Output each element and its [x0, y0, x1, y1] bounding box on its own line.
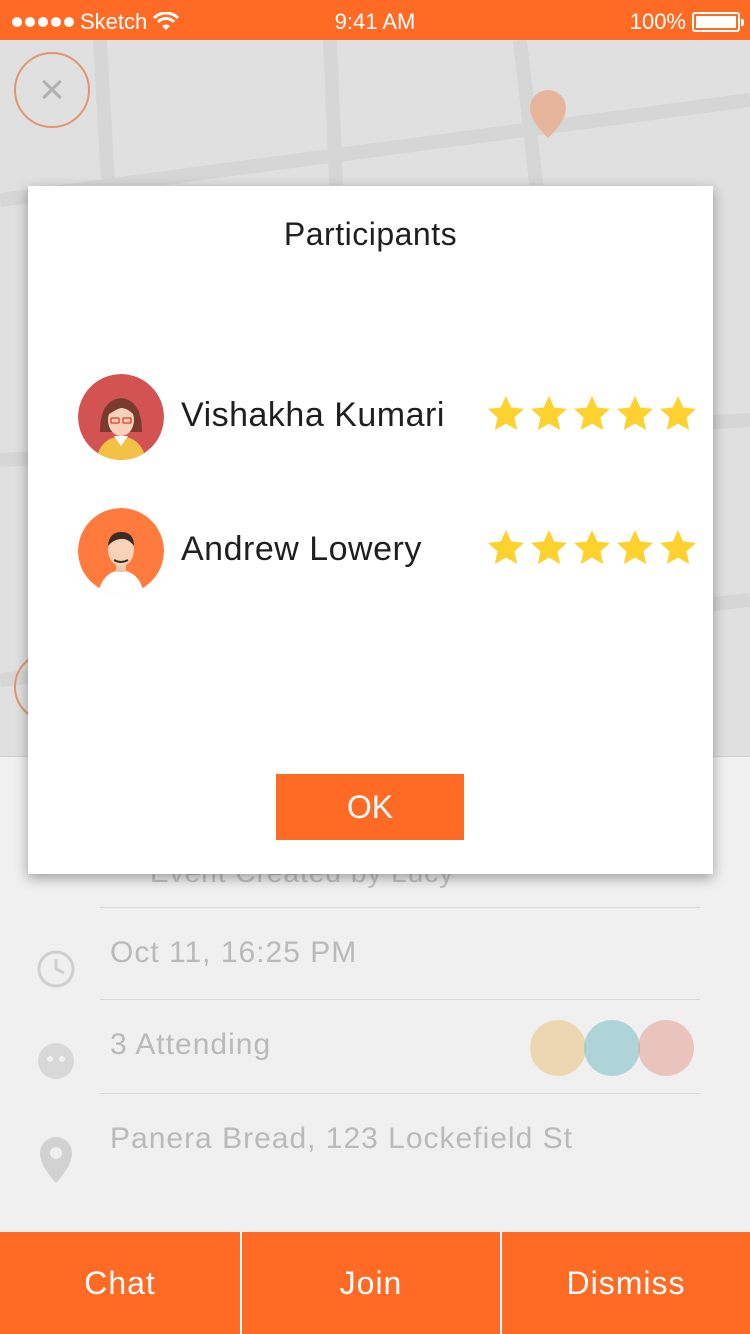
- participant-name: Andrew Lowery: [181, 530, 422, 568]
- avatar: [78, 374, 164, 460]
- modal-title: Participants: [283, 216, 458, 252]
- rating-stars: [486, 528, 698, 568]
- rating-stars: [486, 394, 698, 434]
- status-bar: Sketch 9:41 AM 100%: [0, 0, 750, 40]
- star-icon: [617, 530, 653, 564]
- star-icon: [574, 396, 610, 430]
- star-icon: [660, 530, 696, 564]
- join-button[interactable]: Join: [242, 1232, 502, 1334]
- bottom-action-bar: Chat Join Dismiss: [0, 1232, 750, 1334]
- ok-button[interactable]: OK: [276, 774, 464, 840]
- star-icon: [574, 530, 610, 564]
- star-icon: [488, 396, 524, 430]
- participant-row[interactable]: Vishakha Kumari: [78, 374, 698, 460]
- star-icon: [660, 396, 696, 430]
- status-right: 100%: [629, 9, 744, 35]
- star-icon: [488, 530, 524, 564]
- battery-percent: 100%: [629, 9, 686, 34]
- participant-name: Vishakha Kumari: [181, 396, 445, 434]
- battery-fill: [696, 16, 736, 28]
- participant-row[interactable]: Andrew Lowery: [78, 508, 698, 594]
- dismiss-button[interactable]: Dismiss: [502, 1232, 750, 1334]
- chat-button[interactable]: Chat: [0, 1232, 242, 1334]
- battery-icon: [692, 12, 744, 32]
- star-icon: [531, 396, 567, 430]
- participants-modal: Participants Vishakha Kumari Andrew Lowe…: [28, 186, 713, 874]
- avatar: [78, 508, 164, 594]
- star-icon: [617, 396, 653, 430]
- star-icon: [531, 530, 567, 564]
